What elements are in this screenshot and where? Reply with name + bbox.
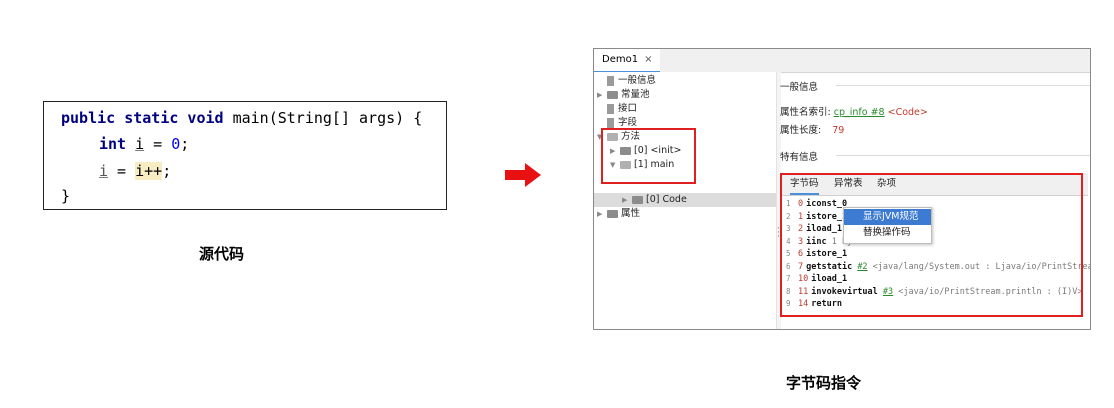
bytecode-viewer-window: Demo1 × 一般信息 ▶ 常量池 接口 字段 ▼ 方法 ▶ [0] <init> ▼… [593,48,1091,330]
document-icon [607,75,614,86]
close-icon[interactable]: × [644,54,652,65]
code-number: 0 [171,135,181,153]
tree-item-interfaces[interactable]: 接口 [597,102,637,116]
source-caption: 源代码 [199,245,245,263]
tab-demo1[interactable]: Demo1 × [594,49,661,73]
code-keyword: int [99,135,127,153]
tab-label: Demo1 [602,54,639,65]
highlight-box-methods [601,128,696,184]
length-value: 79 [832,125,845,136]
specific-heading: 特有信息 [780,152,819,163]
folder-icon [632,195,643,204]
code-line-4: } [61,187,71,205]
tree-item-constant-pool[interactable]: ▶ 常量池 [597,88,650,102]
code-text: ; [180,135,190,153]
code-highlight: i++ [135,162,163,180]
code-text: = [144,135,172,153]
general-heading: 一般信息 [780,82,819,93]
tree-item-code[interactable]: ▶ [0] Code [622,193,687,207]
highlight-box-bytecode [780,173,1083,317]
code-var: i [99,162,109,180]
code-line-1: public static void main(String[] args) { [61,108,422,128]
code-line-2: int i = 0; [99,134,189,154]
code-text: main(String[] args) { [223,109,423,127]
code-text: ; [162,162,172,180]
expand-icon[interactable]: ▶ [622,193,632,207]
name-index-value: <Code> [887,107,928,118]
code-var: i [135,135,145,153]
tree-item-general[interactable]: 一般信息 [597,74,656,88]
expand-icon[interactable]: ▶ [597,207,607,221]
folder-icon [607,90,618,99]
code-text: = [108,162,136,180]
folder-icon [607,209,618,218]
divider [836,85,1090,86]
code-keyword: public static void [61,109,224,127]
tab-bar: Demo1 × [594,49,1090,73]
code-line-3: i = i++; [99,161,171,181]
class-tree: 一般信息 ▶ 常量池 接口 字段 ▼ 方法 ▶ [0] <init> ▼ [1] mai… [594,72,776,329]
name-index-row: 属性名索引: cp_info #8 <Code> [780,107,928,118]
length-row: 属性长度: 79 [780,125,845,136]
cp-info-link[interactable]: cp_info #8 [834,107,885,118]
divider [836,155,1090,156]
bytecode-caption: 字节码指令 [786,374,862,392]
expand-icon[interactable]: ▶ [597,88,607,102]
document-icon [607,117,614,128]
right-arrow-icon [505,163,541,187]
source-code-panel: public static void main(String[] args) {… [43,101,447,210]
document-icon [607,103,614,114]
tree-item-attributes[interactable]: ▶ 属性 [597,207,640,221]
